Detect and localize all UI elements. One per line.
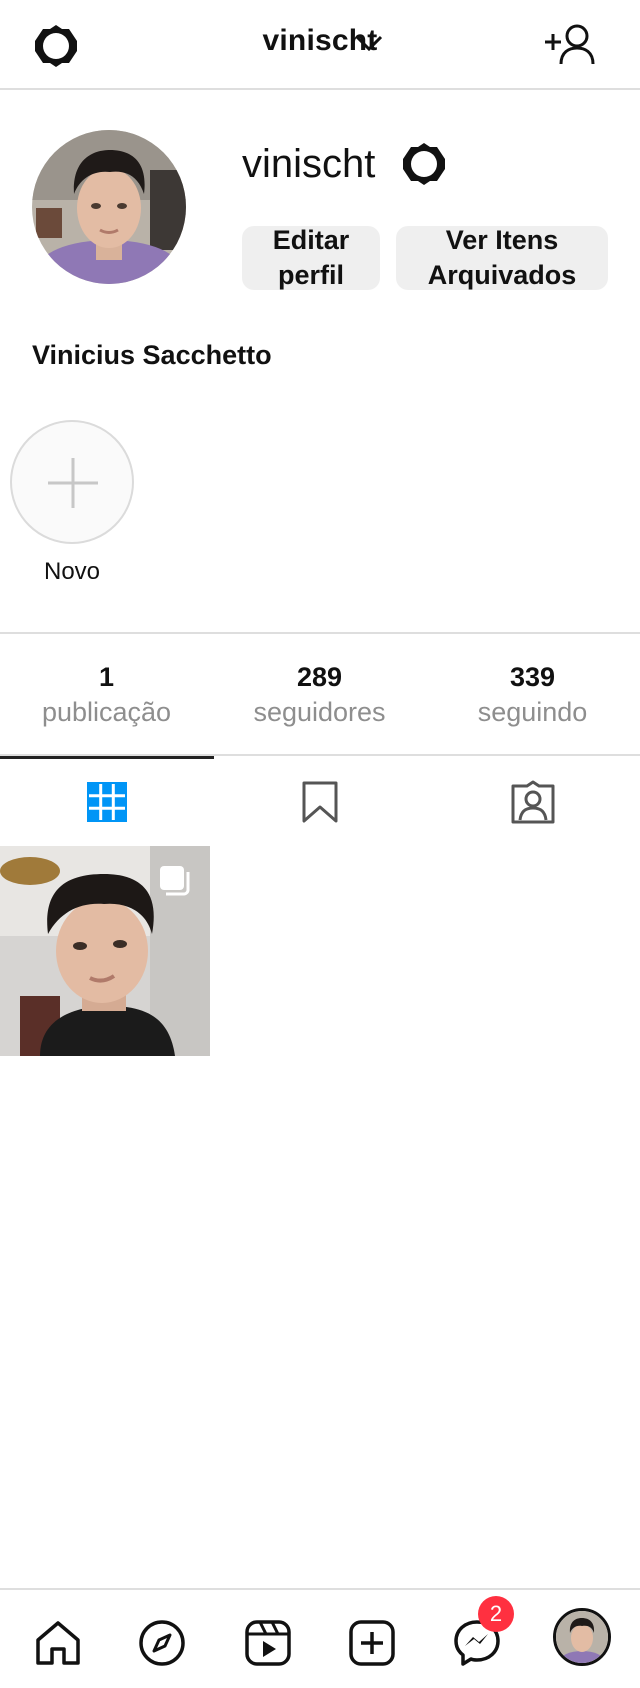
followers-label: seguidores	[253, 697, 386, 727]
following-count: 339	[509, 662, 556, 692]
nav-reels[interactable]	[241, 1616, 295, 1670]
profile-avatar[interactable]	[32, 130, 186, 284]
nav-explore[interactable]	[135, 1616, 189, 1670]
bookmark-icon	[302, 781, 337, 823]
top-bar: vinischt	[0, 0, 640, 90]
chevron-down-icon[interactable]	[355, 34, 383, 52]
plus-icon	[48, 458, 98, 508]
nav-new-post[interactable]	[345, 1616, 399, 1670]
tab-posts-grid[interactable]	[0, 756, 213, 848]
edit-profile-label-1: Editar	[272, 225, 350, 255]
archived-label-1: Ver Itens	[445, 225, 559, 255]
divider	[0, 632, 640, 634]
post-thumbnail[interactable]	[0, 846, 210, 1056]
nav-profile-avatar[interactable]	[553, 1608, 611, 1666]
stat-following[interactable]: 339 seguindo	[426, 660, 639, 730]
home-icon	[36, 1621, 80, 1665]
explore-icon	[139, 1620, 185, 1666]
archived-label-2: Arquivados	[427, 260, 577, 290]
posts-count: 1	[98, 662, 115, 692]
add-user-icon[interactable]	[543, 22, 595, 66]
posts-label: publicação	[41, 697, 172, 727]
stat-followers[interactable]: 289 seguidores	[213, 660, 426, 730]
tagged-icon	[511, 780, 554, 824]
profile-full-name: Vinicius Sacchetto	[32, 340, 272, 370]
edit-profile-label-2: perfil	[277, 260, 344, 290]
nav-home[interactable]	[31, 1616, 85, 1670]
archived-items-button[interactable]: Ver Itens Arquivados	[396, 225, 608, 290]
messenger-badge: 2	[478, 1596, 514, 1632]
edit-profile-button[interactable]: Editar perfil	[242, 225, 380, 290]
bottom-navigation	[0, 1588, 640, 1688]
content-tabs	[0, 756, 640, 848]
tab-tagged[interactable]	[426, 756, 639, 848]
new-post-icon	[349, 1620, 395, 1666]
profile-username: vinischt	[242, 142, 376, 186]
following-label: seguindo	[477, 697, 588, 727]
grid-icon	[86, 782, 127, 822]
tab-saved[interactable]	[213, 756, 426, 848]
new-story-button[interactable]	[10, 420, 134, 544]
gear-icon[interactable]	[400, 140, 448, 188]
stat-posts: 1 publicação	[0, 660, 213, 730]
followers-count: 289	[296, 662, 343, 692]
new-story-label: Novo	[43, 558, 101, 585]
reels-icon	[245, 1620, 291, 1666]
carousel-icon	[160, 866, 190, 896]
